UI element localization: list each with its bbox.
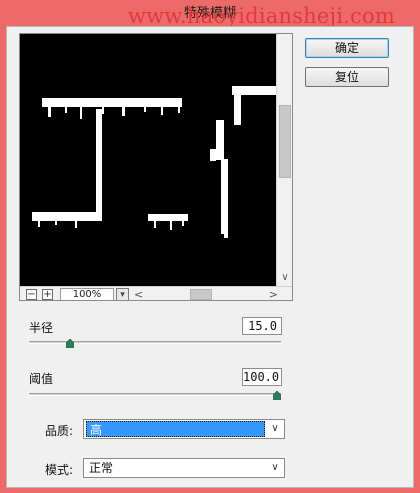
- preview-edge-image: [20, 34, 278, 286]
- preview-vertical-scrollbar[interactable]: ∨: [276, 34, 292, 286]
- title-bar[interactable]: 特殊模糊 www.haoyidiansheji.com: [0, 0, 420, 30]
- quality-select[interactable]: 高 ∨: [83, 419, 285, 439]
- preview-panel[interactable]: ∨ − + 100% ▾ < >: [19, 33, 293, 301]
- mode-label: 模式:: [45, 463, 74, 477]
- vertical-scroll-thumb[interactable]: [279, 105, 291, 178]
- chevron-down-icon[interactable]: ∨: [266, 420, 284, 438]
- dialog-body: ∨ − + 100% ▾ < > 确定 复位 半径 15.0 阈值 100.0: [6, 26, 414, 488]
- scroll-left-arrow-icon[interactable]: <: [134, 287, 143, 300]
- preview-horizontal-scrollbar[interactable]: < >: [132, 287, 278, 300]
- ok-button[interactable]: 确定: [305, 38, 389, 58]
- zoom-in-button[interactable]: +: [42, 289, 53, 300]
- chevron-down-icon[interactable]: ∨: [266, 459, 284, 477]
- preview-image[interactable]: [20, 34, 278, 286]
- mode-select[interactable]: 正常 ∨: [83, 458, 285, 478]
- zoom-out-button[interactable]: −: [26, 289, 37, 300]
- zoom-level-field[interactable]: 100%: [60, 288, 114, 300]
- watermark: www.haoyidiansheji.com: [128, 4, 395, 28]
- threshold-slider-knob[interactable]: [273, 391, 281, 400]
- scroll-down-arrow-icon[interactable]: ∨: [277, 270, 292, 286]
- quality-selected-value: 高: [86, 421, 265, 437]
- zoom-dropdown-icon[interactable]: ▾: [116, 288, 129, 300]
- mode-selected-value: 正常: [89, 461, 114, 475]
- scroll-right-arrow-icon[interactable]: >: [269, 287, 278, 300]
- dialog-window: 特殊模糊 www.haoyidiansheji.com ∨ − + 100% ▾…: [0, 0, 420, 493]
- threshold-input[interactable]: 100.0: [242, 368, 282, 386]
- radius-input[interactable]: 15.0: [242, 317, 282, 335]
- horizontal-scroll-thumb[interactable]: [190, 289, 212, 300]
- threshold-slider-track[interactable]: [29, 393, 281, 396]
- quality-label: 品质:: [45, 424, 74, 438]
- radius-label: 半径: [29, 321, 54, 335]
- radius-slider-knob[interactable]: [65, 339, 74, 348]
- threshold-label: 阈值: [29, 372, 54, 386]
- reset-button[interactable]: 复位: [305, 67, 389, 87]
- preview-zoom-bar: − + 100% ▾ < >: [20, 286, 292, 300]
